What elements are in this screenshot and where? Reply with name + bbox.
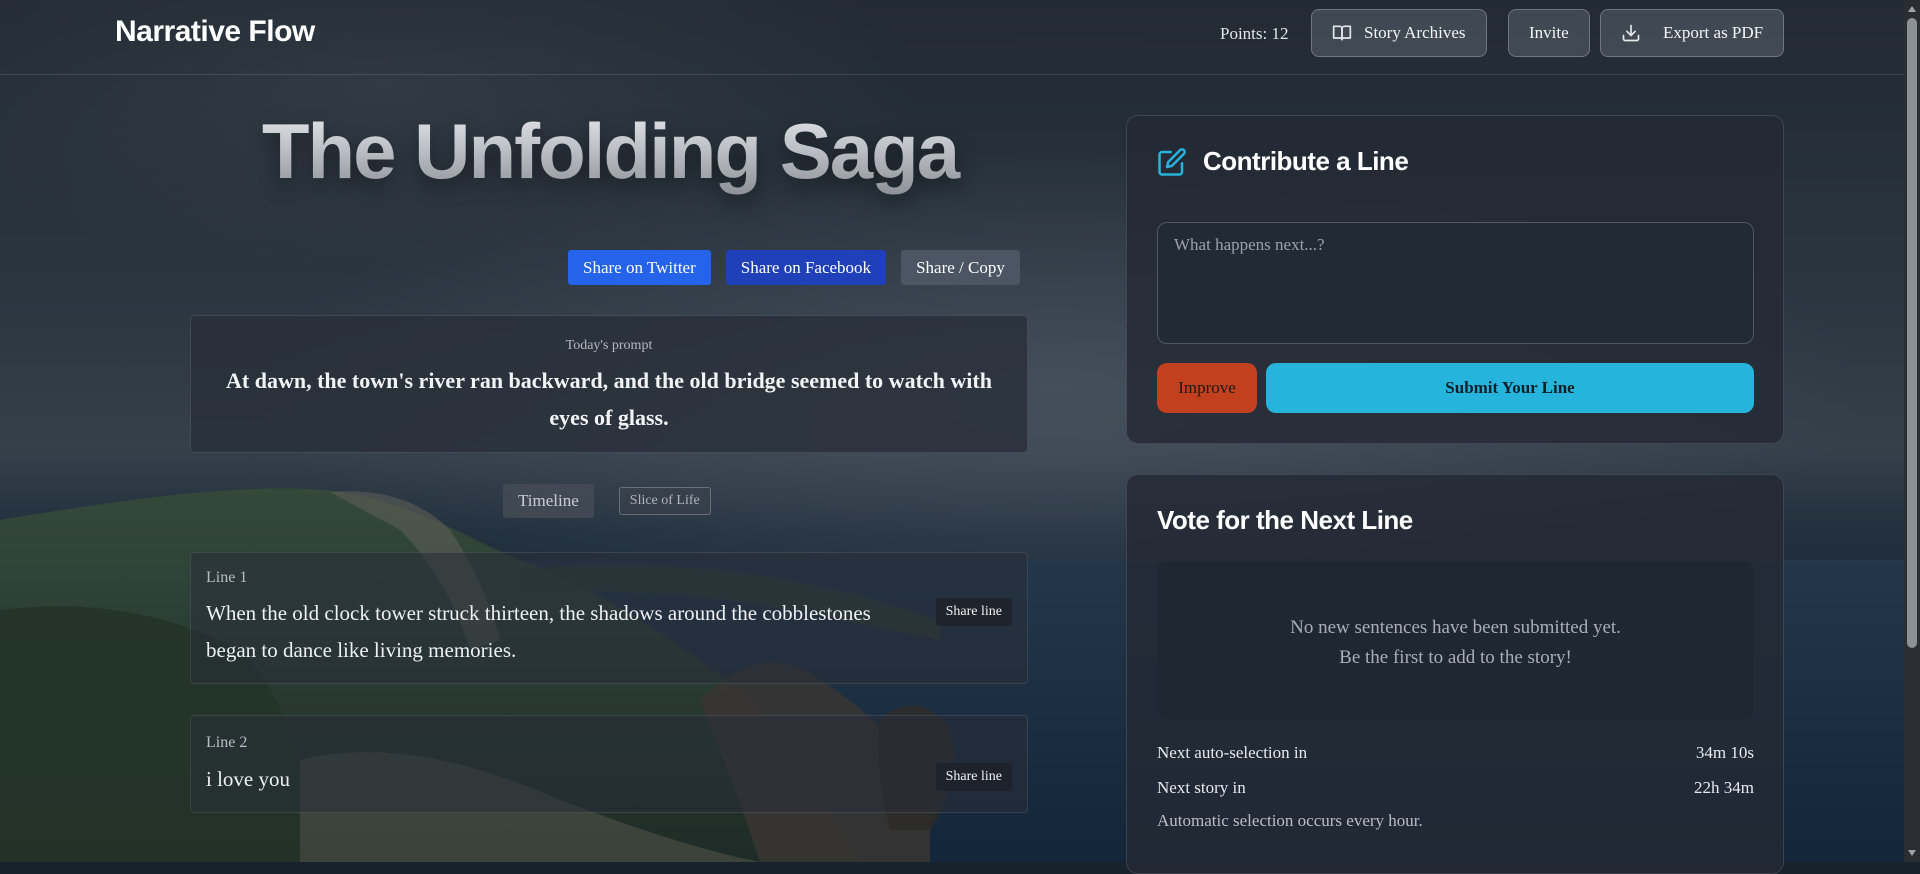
auto-selection-value: 34m 10s bbox=[1695, 743, 1754, 762]
story-tabs: Timeline Slice of Life bbox=[503, 484, 711, 518]
top-navigation-bar: Narrative Flow Points: 12 Story Archives… bbox=[0, 0, 1904, 75]
empty-submissions-message: No new sentences have been submitted yet… bbox=[1157, 561, 1754, 719]
empty-message-line1: No new sentences have been submitted yet… bbox=[1290, 617, 1621, 638]
story-archives-button[interactable]: Story Archives bbox=[1311, 9, 1487, 57]
line-number: Line 1 bbox=[206, 569, 248, 586]
next-story-label: Next story in bbox=[1157, 778, 1246, 797]
vote-heading: Vote for the Next Line bbox=[1157, 505, 1413, 535]
share-copy-button[interactable]: Share / Copy bbox=[901, 250, 1020, 285]
share-buttons: Share on Twitter Share on Facebook Share… bbox=[568, 250, 1020, 285]
line-text: When the old clock tower struck thirteen… bbox=[206, 601, 871, 662]
contribute-header: Contribute a Line bbox=[1157, 146, 1409, 177]
share-line-button[interactable]: Share line bbox=[935, 763, 1012, 791]
contribute-panel: Contribute a Line Improve Submit Your Li… bbox=[1126, 115, 1784, 444]
submit-line-button[interactable]: Submit Your Line bbox=[1266, 363, 1754, 413]
improve-button[interactable]: Improve bbox=[1157, 363, 1257, 413]
story-archives-label: Story Archives bbox=[1364, 23, 1466, 42]
auto-selection-timer: Next auto-selection in 34m 10s bbox=[1157, 743, 1754, 763]
book-open-icon bbox=[1332, 25, 1352, 41]
daily-prompt-card: Today's prompt At dawn, the town's river… bbox=[190, 315, 1028, 453]
next-story-value: 22h 34m bbox=[1694, 778, 1754, 797]
story-title: The Unfolding Saga bbox=[190, 106, 1030, 197]
share-twitter-button[interactable]: Share on Twitter bbox=[568, 250, 711, 285]
share-facebook-button[interactable]: Share on Facebook bbox=[725, 250, 887, 285]
prompt-label: Today's prompt bbox=[565, 338, 653, 353]
scroll-up-arrow[interactable] bbox=[1908, 6, 1916, 12]
invite-label: Invite bbox=[1529, 23, 1569, 42]
vote-panel: Vote for the Next Line No new sentences … bbox=[1126, 474, 1784, 874]
auto-selection-label: Next auto-selection in bbox=[1157, 743, 1308, 762]
genre-chip[interactable]: Slice of Life bbox=[618, 487, 711, 515]
contribute-heading: Contribute a Line bbox=[1203, 146, 1409, 176]
export-pdf-button[interactable]: Export as PDF bbox=[1600, 9, 1785, 57]
page-scrollbar[interactable] bbox=[1904, 0, 1920, 862]
story-line-card: Line 2 i love you Share line bbox=[190, 715, 1028, 813]
app-brand[interactable]: Narrative Flow bbox=[115, 15, 315, 49]
scroll-thumb[interactable] bbox=[1907, 18, 1917, 648]
tab-timeline[interactable]: Timeline bbox=[503, 484, 594, 518]
edit-icon bbox=[1158, 147, 1186, 176]
empty-message-line2: Be the first to add to the story! bbox=[1339, 647, 1572, 668]
line-input[interactable] bbox=[1157, 222, 1754, 344]
story-line-card: Line 1 When the old clock tower struck t… bbox=[190, 552, 1028, 684]
prompt-text: At dawn, the town's river ran backward, … bbox=[226, 368, 992, 430]
share-line-button[interactable]: Share line bbox=[935, 598, 1012, 626]
line-number: Line 2 bbox=[206, 734, 248, 751]
points-counter: Points: 12 bbox=[1220, 24, 1289, 43]
line-text: i love you bbox=[206, 767, 290, 791]
next-story-timer: Next story in 22h 34m bbox=[1157, 778, 1754, 798]
scroll-down-arrow[interactable] bbox=[1908, 850, 1916, 856]
selection-note: Automatic selection occurs every hour. bbox=[1157, 811, 1423, 830]
download-icon bbox=[1622, 24, 1640, 42]
invite-button[interactable]: Invite bbox=[1508, 9, 1590, 57]
export-pdf-label: Export as PDF bbox=[1663, 23, 1764, 42]
